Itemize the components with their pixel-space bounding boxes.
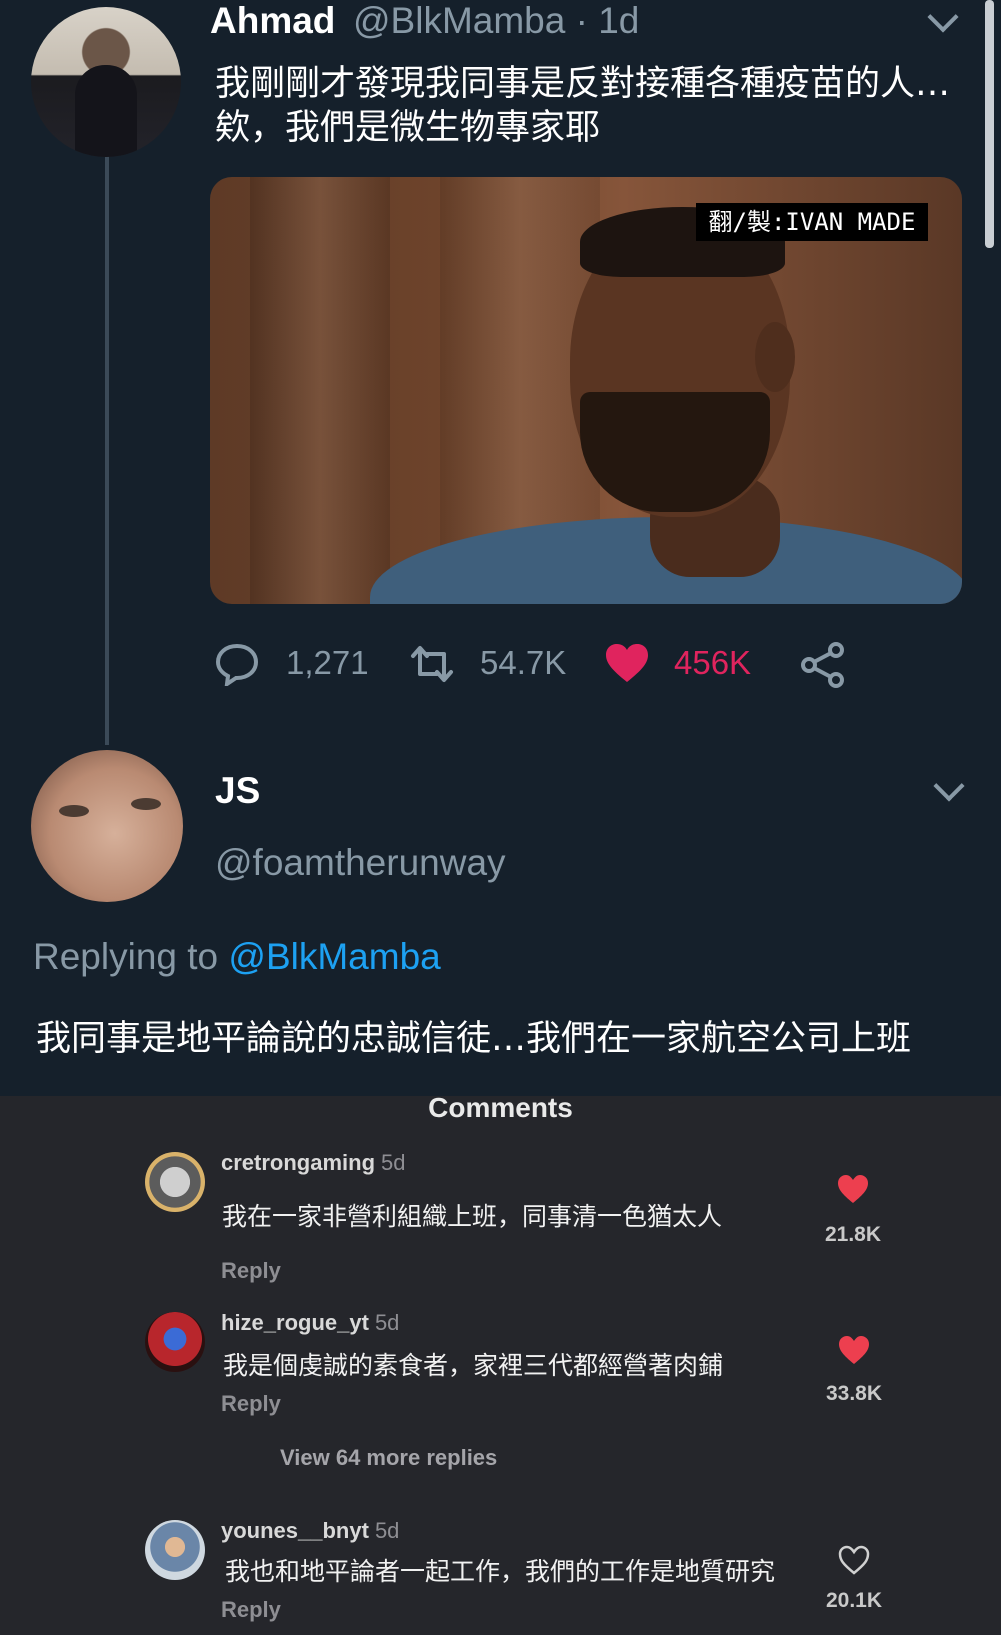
tweet-media-image[interactable] [210,177,962,604]
retweet-icon[interactable] [407,644,457,684]
comment-username[interactable]: younes__bnyt 5d [221,1518,399,1544]
replying-to-line: Replying to @BlkMamba [33,936,441,978]
comment-like-count: 33.8K [825,1382,883,1405]
replying-to-mention[interactable]: @BlkMamba [228,936,440,977]
reply-count: 1,271 [286,644,369,681]
heart-icon[interactable] [837,1334,871,1366]
comment-text: 我也和地平論者一起工作，我們的工作是地質研究 [225,1557,776,1586]
avatar[interactable] [145,1152,205,1212]
comment-text: 我是個虔誠的素食者，家裡三代都經營著肉鋪 [223,1351,724,1380]
view-more-replies-link[interactable]: View 64 more replies [280,1445,497,1471]
heart-icon[interactable] [604,642,650,684]
avatar[interactable] [145,1312,205,1372]
scrollbar[interactable] [985,0,994,248]
like-count: 456K [674,644,752,681]
heart-outline-icon[interactable] [837,1544,871,1576]
reply-button[interactable]: Reply [221,1258,281,1284]
avatar[interactable] [145,1520,205,1580]
reply-button[interactable]: Reply [221,1391,281,1417]
tweet-actions-bar: 1,271 54.7K 456K [0,640,1001,690]
retweet-count: 54.7K [480,644,567,681]
avatar[interactable] [31,7,181,157]
reply-author-name[interactable]: JS [215,770,260,812]
reply-button[interactable]: Reply [221,1597,281,1623]
comment-username[interactable]: hize_rogue_yt 5d [221,1310,399,1336]
watermark-label: 翻/製:IVAN MADE [696,203,928,241]
comment-like-count: 21.8K [824,1223,882,1246]
comment-username[interactable]: cretrongaming 5d [221,1150,406,1176]
comments-title: Comments [428,1092,573,1123]
tweet-author-name[interactable]: Ahmad [210,0,335,42]
comment-like-count: 20.1K [825,1589,883,1612]
reply-icon[interactable] [214,642,260,686]
tweet-text: 我剛剛才發現我同事是反對接種各種疫苗的人…欸，我們是微生物專家耶 [215,64,951,148]
reply-author-handle[interactable]: @foamtherunway [215,842,506,884]
comment-text: 我在一家非營利組織上班，同事清一色猶太人 [222,1202,723,1231]
heart-icon[interactable] [836,1173,870,1205]
share-icon[interactable] [800,642,846,688]
reply-text: 我同事是地平論說的忠誠信徒…我們在一家航空公司上班 [36,1019,912,1059]
avatar[interactable] [31,750,183,902]
tweet-author-handle-time: @BlkMamba · 1d [353,0,640,41]
replying-to-prefix: Replying to [33,936,229,977]
